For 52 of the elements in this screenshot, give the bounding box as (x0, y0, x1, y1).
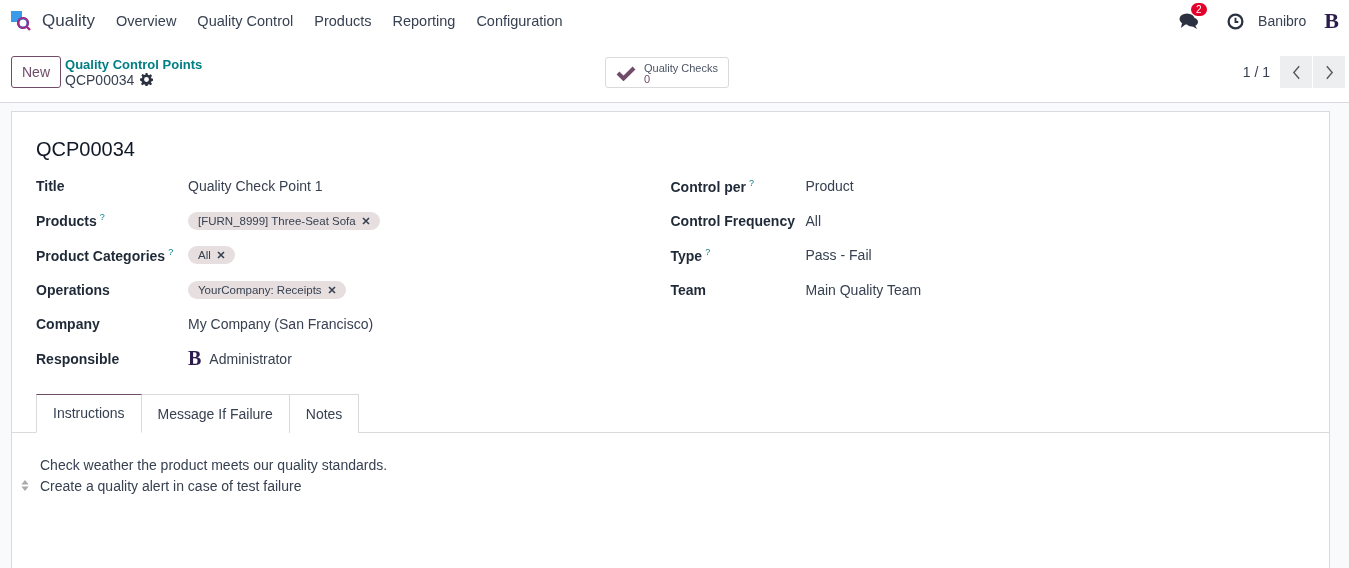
tag[interactable]: [FURN_8999] Three-Seat Sofa (188, 211, 380, 230)
field-value[interactable]: Pass - Fail (805, 247, 872, 264)
menu-item[interactable]: Products (314, 13, 372, 29)
app-name[interactable]: Quality (42, 11, 95, 31)
field-value[interactable]: Main Quality Team (805, 281, 922, 298)
check-icon (616, 65, 636, 81)
new-button[interactable]: New (11, 56, 61, 88)
record-name: QCP00034 (65, 71, 135, 88)
gear-icon[interactable] (140, 73, 154, 86)
chat-icon[interactable] (1179, 12, 1200, 30)
chevron-left-icon (1291, 64, 1301, 80)
instruction-text: Check weather the product meets our quality standards. (40, 456, 388, 473)
field-label: Title (36, 178, 66, 195)
clock-icon[interactable] (1227, 12, 1245, 30)
field-label: Type $^{?}$ (670, 246, 712, 264)
chevron-right-icon (1324, 64, 1334, 80)
menu-item[interactable]: Quality Control (197, 13, 294, 29)
tag[interactable]: YourCompany: Receipts (188, 280, 346, 299)
field-label: Control per $^{?}$ (670, 177, 755, 195)
field-value[interactable]: Product (805, 178, 854, 195)
remove-tag-icon[interactable] (216, 251, 225, 260)
field-label: Team (670, 281, 708, 298)
field-label: Company (36, 316, 101, 333)
quality-checks-button[interactable]: Quality Checks 0 (605, 56, 729, 88)
field-label: Products $^{?}$ (36, 212, 106, 230)
field-value[interactable]: All (805, 212, 822, 229)
user-name[interactable]: Banibro (1258, 13, 1307, 29)
user-avatar[interactable]: B (1324, 8, 1339, 34)
remove-tag-icon[interactable] (327, 285, 336, 294)
drag-handle-icon[interactable] (21, 480, 29, 491)
tag[interactable]: All (188, 246, 235, 265)
field-label: Operations (36, 281, 111, 298)
breadcrumb-link[interactable]: Quality Control Points (65, 56, 605, 72)
remove-tag-icon[interactable] (361, 216, 370, 225)
tab[interactable]: Notes (289, 394, 360, 433)
tab[interactable]: Instructions (36, 394, 142, 433)
notification-badge: 2 (1191, 3, 1207, 16)
field-label: Responsible (36, 350, 121, 367)
instruction-text: Create a quality alert in case of test failure (40, 477, 302, 494)
menu-item[interactable]: Configuration (476, 13, 563, 29)
record-title: QCP00034 (36, 138, 136, 161)
field-label: Control Frequency (670, 212, 796, 229)
menu-item[interactable]: Overview (115, 13, 177, 29)
pager-value: 1 / 1 (1242, 64, 1270, 80)
field-value[interactable]: Quality Check Point 1 (188, 178, 323, 195)
user-avatar: B (188, 347, 202, 371)
field-value[interactable]: Administrator (209, 350, 292, 367)
menu-item[interactable]: Reporting (392, 13, 456, 29)
app-logo-icon[interactable] (10, 10, 32, 32)
field-label: Product Categories $^{?}$ (36, 246, 175, 264)
tab[interactable]: Message If Failure (141, 394, 290, 433)
field-value[interactable]: My Company (San Francisco) (188, 316, 374, 333)
